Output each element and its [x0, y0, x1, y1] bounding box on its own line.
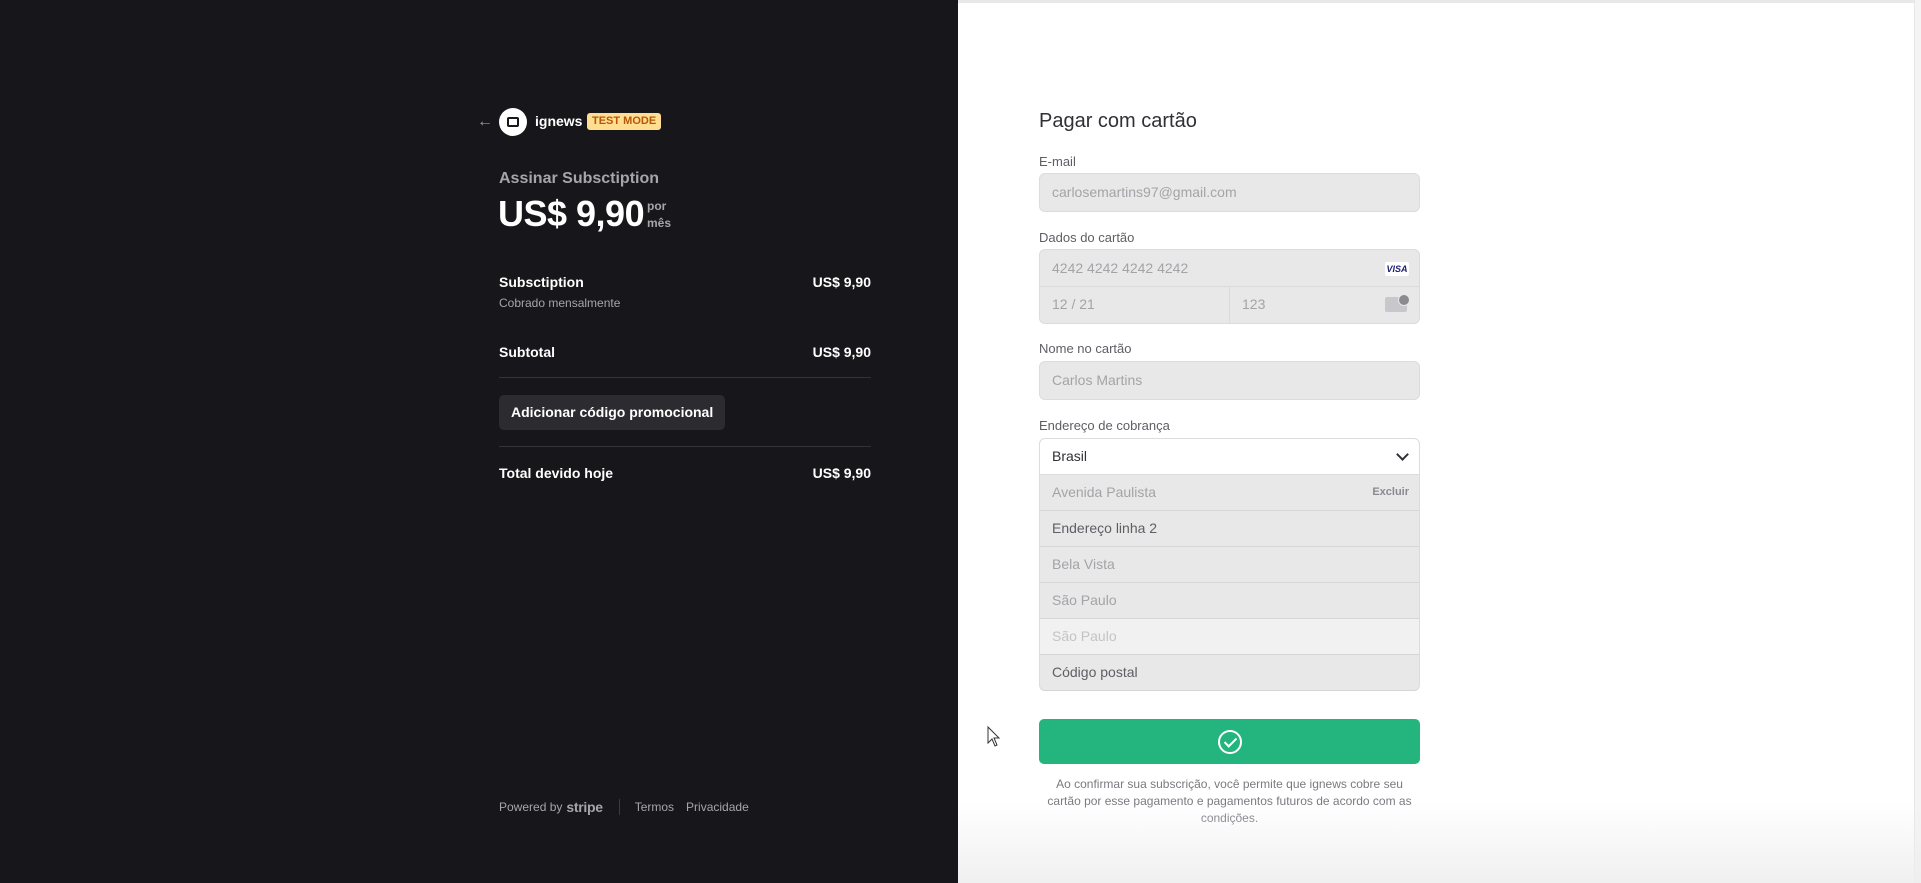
legal-text: Ao confirmar sua subscrição, você permit…: [1047, 777, 1412, 825]
name-label: Nome no cartão: [1039, 341, 1132, 356]
card-cvc-input[interactable]: 123: [1242, 296, 1265, 312]
stripe-logo[interactable]: stripe: [566, 799, 603, 815]
subtotal-label: Subtotal: [499, 344, 555, 360]
item-price: US$ 9,90: [812, 274, 871, 290]
billing-period: por mês: [647, 198, 671, 232]
form-title: Pagar com cartão: [1039, 110, 1197, 132]
card-expiry-input[interactable]: 12 / 21: [1052, 296, 1095, 312]
store-logo-icon: [499, 108, 527, 136]
mouse-cursor-icon: [987, 726, 1001, 747]
neighborhood-field[interactable]: Bela Vista: [1039, 547, 1420, 583]
scrollbar[interactable]: [1914, 0, 1921, 883]
checkmark-icon: [1217, 729, 1242, 754]
powered-by-text: Powered by: [499, 800, 563, 814]
remove-address-button[interactable]: Excluir: [1372, 475, 1409, 510]
line-item: Subsctiption US$ 9,90: [499, 274, 871, 290]
visa-icon: VISA: [1385, 262, 1409, 276]
top-border: [958, 0, 1921, 3]
privacy-link[interactable]: Privacidade: [686, 800, 749, 814]
chevron-down-icon: [1396, 448, 1409, 461]
address-line1-field[interactable]: Avenida Paulista Excluir: [1039, 475, 1420, 511]
per-label: por: [647, 199, 667, 213]
total-label: Total devido hoje: [499, 465, 614, 481]
footer-separator: [618, 799, 620, 815]
billing-address-label: Endereço de cobrança: [1039, 418, 1170, 433]
order-summary-panel: ← ignews TEST MODE Assinar Subsctiption …: [0, 0, 958, 883]
total-row: Total devido hoje US$ 9,90: [499, 465, 871, 481]
terms-link[interactable]: Termos: [635, 800, 674, 814]
total-value: US$ 9,90: [812, 465, 871, 481]
subtotal-row: Subtotal US$ 9,90: [499, 344, 871, 360]
city-field[interactable]: São Paulo: [1039, 583, 1420, 619]
address-line2-field[interactable]: Endereço linha 2: [1039, 511, 1420, 547]
subscription-title: Assinar Subsctiption: [499, 170, 660, 187]
card-label: Dados do cartão: [1039, 230, 1135, 245]
subtotal-value: US$ 9,90: [812, 344, 871, 360]
merchant-name: ignews: [535, 113, 583, 129]
card-number-input[interactable]: 4242 4242 4242 4242: [1052, 260, 1188, 276]
cardholder-name-field[interactable]: Carlos Martins: [1039, 361, 1420, 400]
email-field[interactable]: carlosemartins97@gmail.com: [1039, 173, 1420, 212]
arrow-left-icon[interactable]: ←: [475, 112, 495, 132]
email-label: E-mail: [1039, 154, 1076, 169]
postal-code-field[interactable]: Código postal: [1039, 655, 1420, 691]
state-field[interactable]: São Paulo: [1039, 619, 1420, 655]
add-promo-code-button[interactable]: Adicionar código promocional: [499, 395, 726, 430]
month-label: mês: [647, 216, 672, 230]
footer: Powered by stripe Termos Privacidade: [499, 799, 761, 815]
cvc-card-icon: [1385, 294, 1410, 312]
price: US$ 9,90: [498, 193, 645, 234]
address-line1-value: Avenida Paulista: [1052, 484, 1157, 500]
card-details-field: 4242 4242 4242 4242 VISA 12 / 21 123: [1039, 249, 1420, 324]
item-note: Cobrado mensalmente: [499, 296, 621, 310]
item-name: Subsctiption: [499, 274, 584, 290]
country-value: Brasil: [1052, 448, 1088, 464]
test-mode-badge: TEST MODE: [587, 113, 662, 130]
subscribe-button[interactable]: [1039, 719, 1420, 764]
divider: [499, 377, 871, 378]
divider: [499, 446, 871, 447]
card-divider: [1229, 287, 1230, 323]
country-select[interactable]: Brasil: [1039, 438, 1420, 475]
